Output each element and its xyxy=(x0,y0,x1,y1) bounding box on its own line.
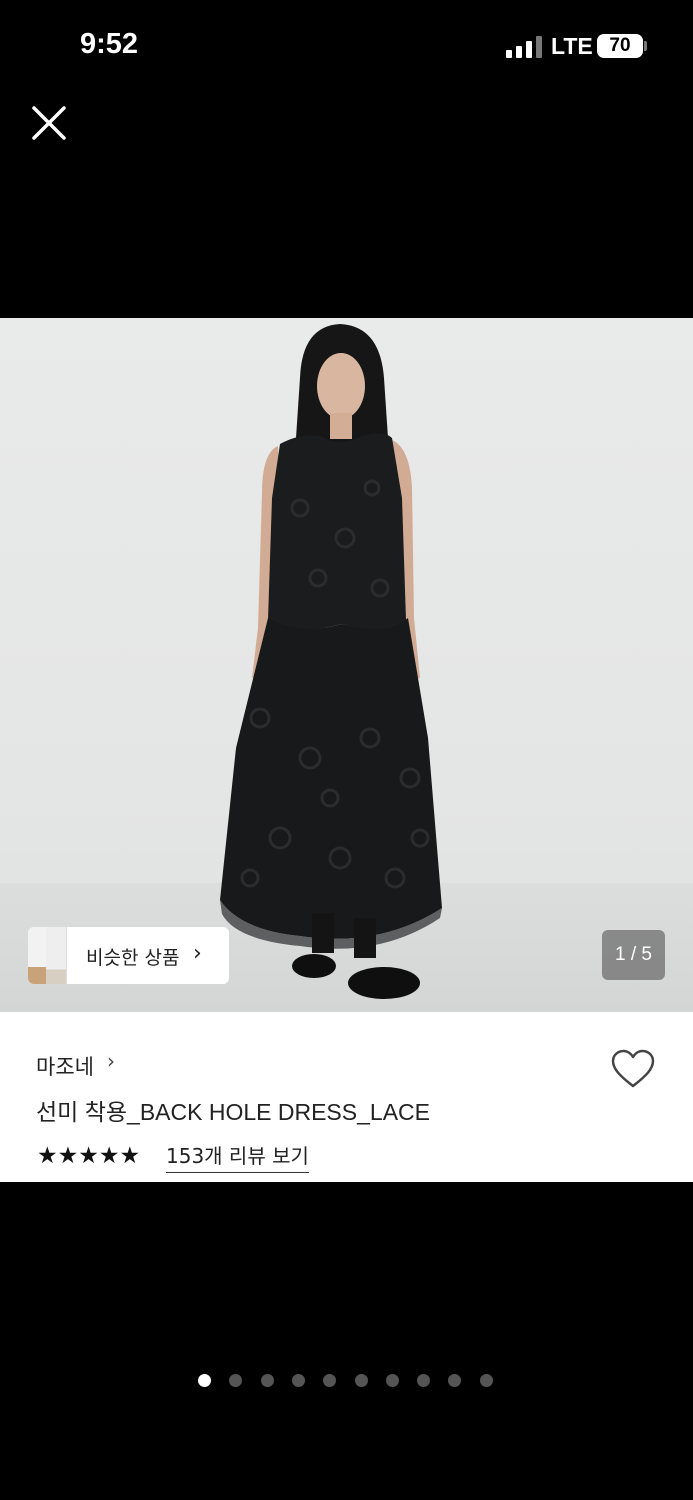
pagination-dot[interactable] xyxy=(354,1374,368,1387)
chevron-right-icon: › xyxy=(107,1049,115,1073)
product-info-card: 마조네 › 선미 착용_BACK HOLE DRESS_LACE ★★★★★ 1… xyxy=(0,1012,693,1182)
pagination-dot[interactable] xyxy=(229,1374,243,1387)
wishlist-button[interactable] xyxy=(610,1048,656,1090)
pagination-dot[interactable] xyxy=(448,1374,462,1387)
chevron-right-icon: › xyxy=(193,941,202,966)
pagination-dot[interactable] xyxy=(479,1374,493,1387)
close-button[interactable] xyxy=(28,102,70,144)
network-label: LTE xyxy=(551,33,593,59)
battery-tip xyxy=(644,41,647,51)
signal-icon xyxy=(506,36,542,58)
pagination-dot[interactable] xyxy=(291,1374,305,1387)
reviews-link[interactable]: 153개 리뷰 보기 xyxy=(166,1140,309,1173)
close-icon xyxy=(32,106,66,140)
pagination-dot[interactable] xyxy=(260,1374,274,1387)
heart-icon xyxy=(611,1049,655,1088)
pagination-dot[interactable] xyxy=(198,1374,211,1387)
rating-stars: ★★★★★ xyxy=(37,1143,141,1169)
pagination-dot[interactable] xyxy=(385,1374,399,1387)
similar-products-label: 비슷한 상품 xyxy=(86,947,180,969)
similar-thumbnail xyxy=(46,927,67,984)
pagination-dot[interactable] xyxy=(323,1374,337,1387)
status-bar: 9:52 LTE 70 xyxy=(0,0,693,92)
image-page-counter: 1 / 5 xyxy=(602,930,665,980)
model-figure xyxy=(220,324,442,999)
product-photo[interactable] xyxy=(0,318,693,1012)
brand-link[interactable]: 마조네 xyxy=(36,1051,94,1081)
status-time: 9:52 xyxy=(80,28,139,60)
product-name: 선미 착용_BACK HOLE DRESS_LACE xyxy=(36,1099,430,1125)
pagination-dot[interactable] xyxy=(417,1374,431,1387)
similar-products-button[interactable]: 비슷한 상품 › xyxy=(28,927,229,984)
battery-icon: 70 xyxy=(597,34,643,58)
